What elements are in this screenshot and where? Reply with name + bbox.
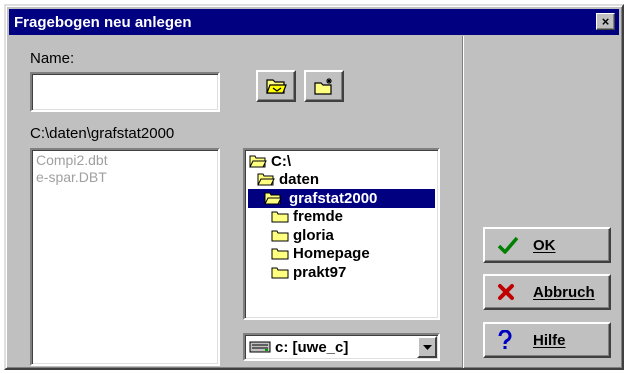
title-bar: Fragebogen neu anlegen ×: [9, 9, 619, 35]
name-input-value: [32, 74, 218, 90]
open-folder-icon: [257, 173, 275, 186]
name-label: Name:: [30, 50, 75, 67]
dialog-title: Fragebogen neu anlegen: [14, 13, 192, 31]
folder-icon: [271, 211, 289, 223]
x-icon: [498, 284, 514, 300]
close-icon: ×: [601, 14, 610, 29]
question-mark-icon: [498, 330, 512, 349]
new-folder-button[interactable]: [304, 70, 344, 102]
dir-item-fremde[interactable]: fremde: [247, 208, 436, 227]
name-input[interactable]: [30, 72, 220, 112]
file-list[interactable]: Compi2.dbt e-spar.DBT: [30, 148, 220, 366]
checkmark-icon: [497, 236, 519, 254]
cancel-button-label: Abbruch: [533, 283, 595, 301]
open-folder-icon: [266, 79, 287, 94]
list-item[interactable]: e-spar.DBT: [36, 169, 214, 186]
drive-select[interactable]: c: [uwe_c]: [243, 333, 440, 361]
list-item[interactable]: Compi2.dbt: [36, 152, 214, 169]
dir-item-homepage[interactable]: Homepage: [247, 245, 436, 264]
dir-item-daten[interactable]: daten: [247, 171, 436, 190]
open-folder-button[interactable]: [256, 70, 296, 102]
directory-tree[interactable]: C:\ daten grafstat2000 fremde gloria Hom…: [243, 148, 440, 320]
dropdown-arrow-button[interactable]: [417, 336, 437, 358]
help-button[interactable]: Hilfe: [483, 322, 611, 358]
dir-item-prakt97[interactable]: prakt97: [247, 263, 436, 282]
ok-button[interactable]: OK: [483, 227, 611, 263]
ok-button-label: OK: [533, 236, 556, 254]
folder-icon: [271, 248, 289, 260]
divider: [462, 36, 464, 368]
drive-select-value: c: [uwe_c]: [275, 338, 349, 356]
open-folder-icon: [264, 192, 282, 205]
drive-icon: [249, 341, 271, 353]
dir-item-root[interactable]: C:\: [247, 152, 436, 171]
open-folder-icon: [249, 155, 267, 168]
dir-item-grafstat2000[interactable]: grafstat2000: [248, 189, 435, 208]
cancel-button[interactable]: Abbruch: [483, 274, 611, 310]
folder-icon: [271, 267, 289, 279]
close-button[interactable]: ×: [596, 13, 615, 30]
help-button-label: Hilfe: [533, 331, 566, 349]
current-path-label: C:\daten\grafstat2000: [30, 125, 175, 142]
dir-item-gloria[interactable]: gloria: [247, 226, 436, 245]
chevron-down-icon: [422, 344, 432, 350]
folder-icon: [271, 230, 289, 242]
new-folder-icon: [314, 78, 332, 95]
dialog-window: Fragebogen neu anlegen × Name: C:\daten\…: [4, 4, 624, 370]
